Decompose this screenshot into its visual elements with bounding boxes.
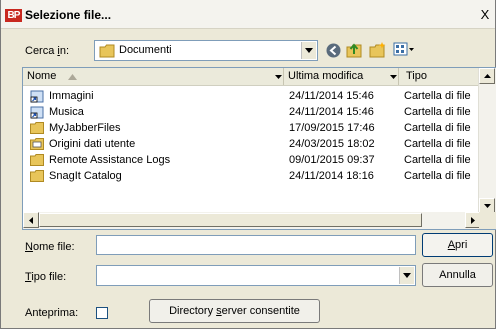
column-modified-dropdown[interactable] [388, 69, 399, 84]
file-row[interactable]: Immagini 24/11/2014 15:46 Cartella di file [23, 88, 483, 104]
column-header-modified[interactable]: Ultima modifica [284, 68, 399, 85]
file-name-input[interactable] [96, 235, 416, 255]
chevron-down-icon [305, 48, 313, 53]
chevron-down-icon [275, 74, 282, 79]
new-folder-button[interactable] [369, 40, 387, 58]
file-modified-cell: 24/11/2014 15:46 [289, 106, 374, 118]
scrollbar-corner [479, 212, 496, 229]
file-modified-cell: 24/03/2015 18:02 [289, 138, 375, 150]
file-name-cell: Musica [49, 106, 84, 118]
directory-server-button[interactable]: Directory server consentite [149, 299, 320, 323]
file-modified-cell: 24/11/2014 18:16 [289, 170, 374, 182]
column-name-dropdown[interactable] [273, 69, 284, 84]
new-folder-icon [369, 41, 386, 57]
file-list[interactable]: Nome Ultima modifica Tipo Immagini 24/11/… [22, 67, 496, 230]
file-name-cell: Origini dati utente [49, 138, 136, 150]
file-name-cell: SnagIt Catalog [49, 170, 122, 182]
look-in-dropdown-button[interactable] [301, 42, 316, 59]
close-button[interactable]: X [477, 7, 493, 23]
chevron-left-icon [29, 216, 33, 224]
horizontal-scroll-thumb[interactable] [39, 213, 422, 227]
file-modified-cell: 17/09/2015 17:46 [289, 122, 375, 134]
look-in-value: Documenti [119, 44, 172, 56]
cancel-button[interactable]: Annulla [422, 263, 493, 287]
column-header-row: Nome Ultima modifica Tipo [23, 68, 496, 86]
open-button[interactable]: Apri [422, 233, 493, 257]
file-name-cell: Remote Assistance Logs [49, 154, 171, 166]
file-row[interactable]: Remote Assistance Logs 09/01/2015 09:37 Ca… [23, 152, 483, 168]
vertical-scrollbar[interactable] [478, 68, 496, 214]
file-name-label: Nome file: [25, 241, 75, 253]
chevron-down-icon [483, 204, 491, 208]
preview-checkbox[interactable] [96, 307, 108, 319]
app-icon: BP [5, 9, 22, 22]
chevron-down-icon [390, 74, 397, 79]
file-row[interactable]: SnagIt Catalog 24/11/2014 18:16 Cartella d… [23, 168, 483, 184]
chevron-right-icon [471, 216, 475, 224]
up-folder-icon [346, 42, 362, 57]
column-header-name[interactable]: Nome [23, 68, 284, 85]
scroll-left-button[interactable] [23, 212, 39, 228]
file-type-cell: Cartella di file [404, 122, 471, 134]
scroll-up-button[interactable] [479, 68, 495, 84]
file-type-cell: Cartella di file [404, 138, 471, 150]
title-bar[interactable]: BP Selezione file... X [1, 0, 495, 29]
file-modified-cell: 24/11/2014 15:46 [289, 90, 374, 102]
preview-label: Anteprima: [25, 307, 79, 319]
file-type-label: Tipo file: [25, 271, 67, 283]
look-in-combo[interactable]: Documenti [94, 40, 318, 61]
column-header-type[interactable]: Tipo [399, 68, 481, 85]
view-menu-button[interactable] [391, 40, 417, 58]
up-folder-button[interactable] [346, 40, 364, 58]
file-name-cell: Immagini [49, 90, 94, 102]
file-dialog: BP Selezione file... X Cerca in: Documen… [0, 0, 496, 329]
horizontal-scrollbar[interactable] [23, 212, 481, 229]
file-row[interactable]: Musica 24/11/2014 15:46 Cartella di file [23, 104, 483, 120]
file-type-combo[interactable] [96, 265, 416, 286]
file-type-cell: Cartella di file [404, 106, 471, 118]
sort-ascending-icon [68, 74, 77, 80]
file-type-dropdown-button[interactable] [399, 267, 414, 284]
back-icon [326, 43, 340, 57]
file-name-cell: MyJabberFiles [49, 122, 121, 134]
file-row[interactable]: Origini dati utente 24/03/2015 18:02 Carte… [23, 136, 483, 152]
file-row[interactable]: MyJabberFiles 17/09/2015 17:46 Cartella di… [23, 120, 483, 136]
folder-icon [99, 44, 115, 58]
file-modified-cell: 09/01/2015 09:37 [289, 154, 375, 166]
back-button[interactable] [324, 41, 342, 59]
chevron-down-icon [403, 273, 411, 278]
file-type-cell: Cartella di file [404, 170, 471, 182]
file-type-cell: Cartella di file [404, 154, 471, 166]
chevron-up-icon [483, 74, 491, 78]
close-icon: X [480, 7, 490, 22]
file-type-cell: Cartella di file [404, 90, 471, 102]
window-title: Selezione file... [25, 8, 112, 22]
view-menu-icon [393, 42, 414, 56]
look-in-label: Cerca in: [25, 45, 70, 57]
